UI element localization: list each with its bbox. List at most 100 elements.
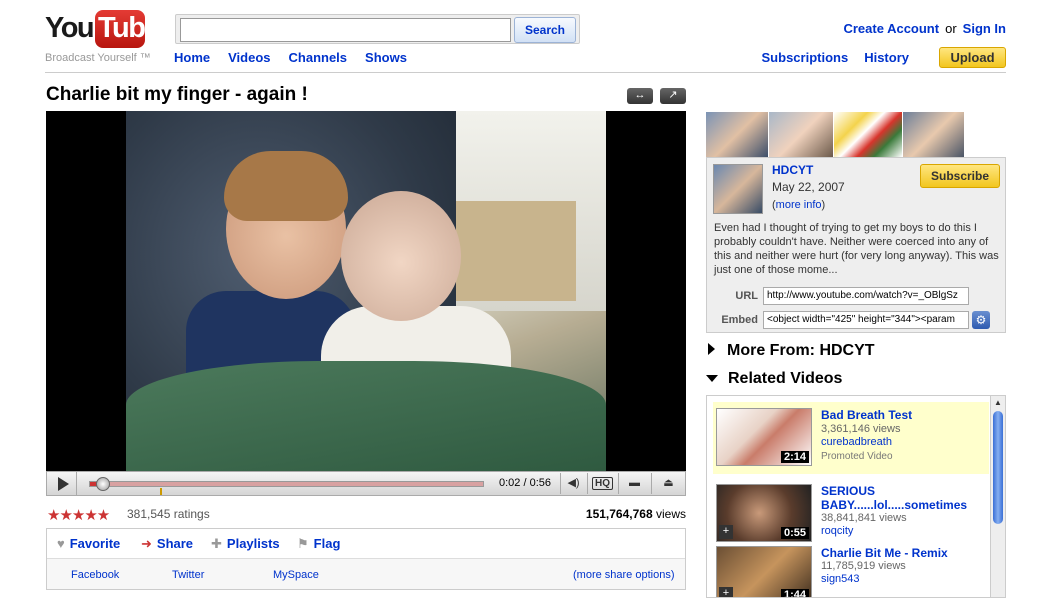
share-twitter-link[interactable]: Twitter (172, 569, 204, 581)
related-thumb-2[interactable]: + 0:55 (716, 484, 812, 542)
promoted-label: Promoted Video (821, 451, 893, 462)
playlists-button[interactable]: ✚ Playlists (211, 536, 280, 552)
time-display: 0:02 / 0:56 (499, 477, 551, 489)
popout-arrow-icon: ↗ (668, 89, 678, 101)
favorite-label: Favorite (69, 536, 121, 551)
related-user-3[interactable]: sign543 (821, 573, 860, 585)
channel-thumb-3[interactable] (834, 112, 902, 157)
subscriptions-link[interactable]: Subscriptions (762, 50, 849, 65)
plus-icon: ✚ (211, 536, 222, 551)
related-item-3[interactable]: + 1:44 Charlie Bit Me - Remix 11,785,919… (713, 540, 989, 597)
related-user-2[interactable]: roqcity (821, 525, 853, 537)
sign-in-link[interactable]: Sign In (963, 21, 1006, 36)
share-label: Share (156, 536, 194, 551)
channel-thumb-1[interactable] (706, 112, 768, 157)
speaker-icon: ◀) (567, 477, 580, 489)
heart-icon: ♥ (57, 536, 65, 551)
related-title-1[interactable]: Bad Breath Test (821, 408, 981, 422)
logo-you-text: You (45, 12, 95, 44)
create-account-link[interactable]: Create Account (843, 21, 939, 36)
scene-box (456, 201, 576, 301)
scene-older-boy-hair (224, 151, 348, 221)
progress-bar[interactable] (89, 477, 484, 491)
playlists-label: Playlists (226, 536, 280, 551)
more-share-options-link[interactable]: (more share options) (573, 569, 675, 581)
user-nav: Subscriptions History (746, 50, 909, 65)
share-myspace-link[interactable]: MySpace (273, 569, 319, 581)
hq-label: HQ (592, 477, 613, 490)
subscribe-button[interactable]: Subscribe (920, 164, 1000, 188)
widescreen-button[interactable]: ▬ (618, 473, 650, 494)
more-info-wrapper: (more info) (772, 199, 826, 211)
search-button[interactable]: Search (514, 17, 576, 43)
embed-settings-button[interactable]: ⚙ (972, 311, 990, 329)
view-count: 151,764,768 views (586, 507, 686, 521)
video-description: Even had I thought of trying to get my b… (714, 222, 999, 276)
upload-date: May 22, 2007 (772, 180, 845, 194)
youtube-logo[interactable]: You Tube (45, 10, 161, 52)
add-to-queue-icon[interactable]: + (719, 587, 733, 597)
scene-baby-face (341, 191, 461, 321)
view-count-number: 151,764,768 (585, 507, 653, 521)
related-views-1: 3,361,146 views (821, 423, 901, 435)
related-title-2[interactable]: SERIOUS BABY......lol.....sometimes (821, 484, 981, 512)
header-divider (45, 72, 1006, 73)
nav-channels[interactable]: Channels (289, 50, 348, 65)
player-controls: 0:02 / 0:56 ◀) HQ ▬ ⏏ (46, 471, 686, 496)
search-bar: Search (175, 14, 580, 44)
rating-stars[interactable]: ★★★★★ (47, 506, 110, 524)
related-views-3: 11,785,919 views (821, 560, 906, 572)
related-thumb-1[interactable]: 2:14 (716, 408, 812, 466)
logo-tube-text: Tube (98, 12, 161, 44)
related-scrollbar[interactable]: ▲ (990, 396, 1005, 597)
search-input[interactable] (180, 18, 511, 42)
channel-avatar[interactable] (713, 164, 763, 214)
fullscreen-button[interactable]: ⏏ (651, 473, 685, 494)
more-from-toggle[interactable]: More From: HDCYT (708, 342, 875, 360)
related-title-3[interactable]: Charlie Bit Me - Remix (821, 546, 981, 560)
expand-arrows-icon: ↔ (634, 89, 646, 101)
related-videos-toggle[interactable]: Related Videos (706, 370, 842, 388)
popout-player-button[interactable]: ↗ (660, 88, 686, 104)
duration-badge: 1:44 (780, 589, 809, 597)
triangle-down-icon (706, 375, 718, 383)
embed-field[interactable]: <object width="425" height="344"><param (763, 311, 969, 329)
video-player[interactable] (46, 111, 686, 471)
hq-button[interactable]: HQ (587, 473, 617, 494)
ratings-count: 381,545 ratings (127, 507, 210, 521)
widescreen-icon: ▬ (629, 477, 640, 489)
nav-videos[interactable]: Videos (228, 50, 270, 65)
scroll-thumb[interactable] (993, 411, 1003, 524)
related-thumb-3[interactable]: + 1:44 (716, 546, 812, 597)
arrow-right-icon: ➜ (141, 536, 152, 551)
expand-player-button[interactable]: ↔ (627, 88, 653, 104)
tagline: Broadcast Yourself ™ (45, 52, 151, 64)
eject-icon: ⏏ (663, 477, 674, 489)
triangle-right-icon (708, 343, 715, 355)
url-label: URL (735, 290, 758, 302)
share-button[interactable]: ➜ Share (141, 536, 193, 552)
channel-thumb-4[interactable] (903, 112, 964, 157)
progress-knob[interactable] (96, 477, 110, 491)
related-item-1[interactable]: 2:14 Bad Breath Test 3,361,146 views cur… (713, 402, 989, 474)
flag-button[interactable]: ⚑ Flag (297, 536, 340, 552)
related-views-2: 38,841,841 views (821, 512, 907, 524)
volume-button[interactable]: ◀) (560, 473, 586, 494)
nav-shows[interactable]: Shows (365, 50, 407, 65)
url-field[interactable]: http://www.youtube.com/watch?v=_OBlgSz (763, 287, 969, 305)
add-to-queue-icon[interactable]: + (719, 525, 733, 539)
history-link[interactable]: History (864, 50, 909, 65)
play-button[interactable] (47, 472, 77, 495)
view-count-label: views (655, 507, 686, 521)
upload-button[interactable]: Upload (939, 47, 1006, 68)
channel-name-link[interactable]: HDCYT (772, 163, 813, 177)
scroll-up-icon[interactable]: ▲ (991, 396, 1005, 410)
related-videos-list: 2:14 Bad Breath Test 3,361,146 views cur… (706, 395, 1006, 598)
channel-thumb-2[interactable] (769, 112, 833, 157)
action-panel: ♥ Favorite ➜ Share ✚ Playlists ⚑ Flag Facebo… (46, 528, 686, 590)
share-facebook-link[interactable]: Facebook (71, 569, 119, 581)
nav-home[interactable]: Home (174, 50, 210, 65)
more-info-link[interactable]: more info (776, 199, 822, 211)
related-user-1[interactable]: curebadbreath (821, 436, 892, 448)
favorite-button[interactable]: ♥ Favorite (57, 536, 120, 551)
